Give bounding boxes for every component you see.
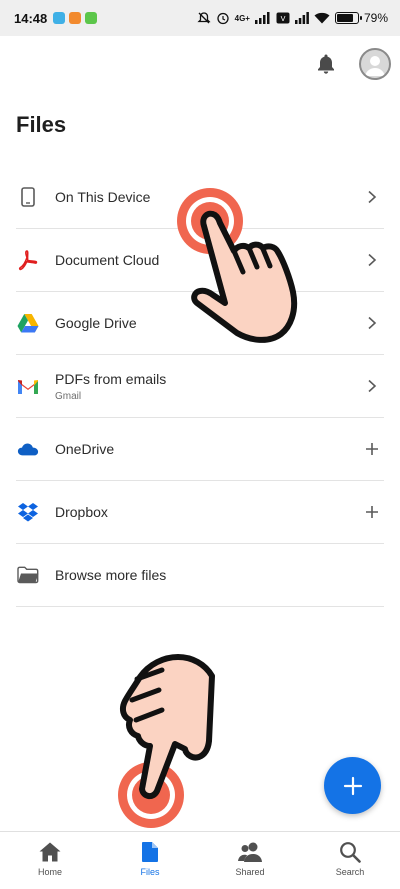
add-dropbox-icon[interactable]	[364, 504, 380, 520]
alarm-icon	[216, 12, 229, 25]
location-label: On This Device	[55, 189, 151, 205]
create-fab-button[interactable]	[324, 757, 381, 814]
chevron-right-icon	[364, 378, 380, 394]
nav-files[interactable]: Files	[100, 832, 200, 889]
home-icon	[39, 842, 61, 862]
status-bar: 14:48 4G+ V 79%	[0, 0, 400, 36]
onedrive-icon	[17, 438, 39, 460]
chevron-right-icon	[364, 252, 380, 268]
location-label: Dropbox	[55, 504, 108, 520]
folder-icon	[17, 564, 39, 586]
acrobat-icon	[17, 249, 39, 271]
gmail-icon	[17, 375, 39, 397]
notification-app-icon	[53, 12, 66, 24]
phone-icon	[17, 186, 39, 208]
location-browse-more-files[interactable]: Browse more files	[16, 544, 384, 607]
signal-icon	[254, 12, 270, 24]
plus-icon	[343, 776, 362, 795]
nav-label: Search	[335, 867, 365, 877]
chevron-right-icon	[364, 315, 380, 331]
shared-people-icon	[238, 842, 262, 862]
dropbox-icon	[17, 501, 39, 523]
notification-app-icon	[85, 12, 98, 24]
network-type: 4G+	[234, 13, 250, 23]
location-label: OneDrive	[55, 441, 115, 457]
nav-shared[interactable]: Shared	[200, 832, 300, 889]
search-icon	[340, 842, 361, 863]
location-sublabel: Gmail	[55, 390, 82, 402]
location-label: PDFs from emails	[55, 370, 167, 387]
add-onedrive-icon[interactable]	[364, 441, 380, 457]
battery-icon	[334, 12, 362, 24]
bell-icon[interactable]	[314, 52, 338, 81]
page-title: Files	[16, 112, 67, 137]
location-onedrive[interactable]: OneDrive	[16, 418, 384, 481]
signal-icon	[294, 12, 309, 24]
nav-label: Shared	[235, 867, 265, 877]
notification-app-icon	[69, 12, 82, 24]
bottom-navigation: Home Files Shared Search	[0, 831, 400, 889]
mute-icon	[197, 12, 211, 24]
google-drive-icon	[17, 312, 39, 334]
nav-label: Files	[140, 867, 160, 877]
tap-gesture-indicator	[107, 626, 237, 832]
wifi-icon	[314, 12, 330, 24]
location-pdfs-from-emails[interactable]: PDFs from emails Gmail	[16, 355, 384, 418]
battery-percent: 79%	[363, 11, 388, 25]
location-document-cloud[interactable]: Document Cloud	[16, 229, 384, 292]
nav-search[interactable]: Search	[300, 832, 400, 889]
location-label: Browse more files	[55, 567, 167, 583]
location-google-drive[interactable]: Google Drive	[16, 292, 384, 355]
location-on-this-device[interactable]: On This Device	[16, 166, 384, 229]
file-icon	[142, 842, 158, 862]
file-locations-list: On This Device Document Cloud Google Dri…	[16, 166, 384, 607]
svg-text:V: V	[281, 15, 286, 23]
avatar-icon[interactable]	[359, 48, 391, 80]
status-time: 14:48	[14, 10, 48, 26]
app-bar	[0, 36, 400, 92]
chevron-right-icon	[364, 189, 380, 205]
nav-label: Home	[37, 867, 62, 877]
location-label: Google Drive	[55, 315, 137, 331]
location-dropbox[interactable]: Dropbox	[16, 481, 384, 544]
volte-icon: V	[276, 12, 290, 24]
location-label: Document Cloud	[55, 252, 160, 268]
nav-home[interactable]: Home	[0, 832, 100, 889]
